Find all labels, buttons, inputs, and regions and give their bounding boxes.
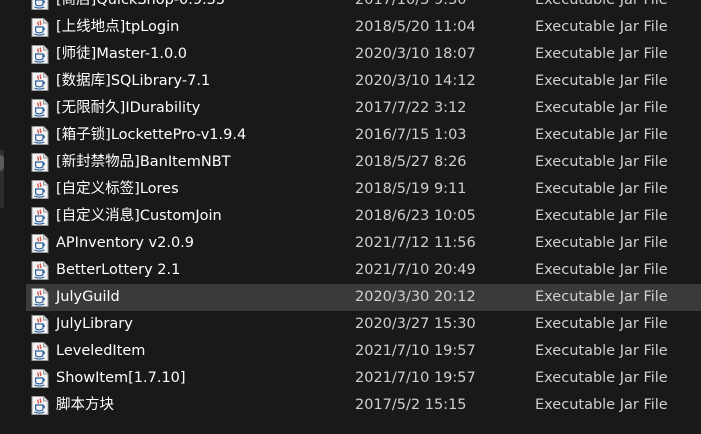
file-name: JulyGuild — [56, 289, 120, 305]
file-type: Executable Jar File — [535, 46, 668, 62]
java-jar-icon — [31, 45, 49, 64]
file-row[interactable]: [师徒]Master-1.0.0 2020/3/10 18:07 Executabl… — [26, 41, 701, 68]
file-row[interactable]: [数据库]SQLibrary-7.1 2020/3/10 14:12 Executa… — [26, 68, 701, 95]
file-type: Executable Jar File — [535, 181, 668, 197]
file-type: Executable Jar File — [535, 370, 668, 386]
file-date-modified: 2018/5/20 11:04 — [355, 19, 476, 35]
file-name: JulyLibrary — [56, 316, 133, 332]
file-row[interactable]: [上线地点]tpLogin 2018/5/20 11:04 Executable J… — [26, 14, 701, 41]
file-name: [师徒]Master-1.0.0 — [56, 46, 188, 62]
file-type: Executable Jar File — [535, 397, 668, 413]
file-row[interactable]: LeveledItem 2021/7/10 19:57 Executable Jar… — [26, 338, 701, 365]
file-date-modified: 2017/5/2 15:15 — [355, 397, 467, 413]
file-row[interactable]: ShowItem[1.7.10] 2021/7/10 19:57 Executabl… — [26, 365, 701, 392]
file-type: Executable Jar File — [535, 235, 668, 251]
file-date-modified: 2020/3/27 15:30 — [355, 316, 476, 332]
file-date-modified: 2021/7/10 19:57 — [355, 343, 476, 359]
file-row[interactable]: [新封禁物品]BanItemNBT 2018/5/27 8:26 Executabl… — [26, 149, 701, 176]
java-jar-icon — [31, 315, 49, 334]
java-jar-icon — [31, 207, 49, 226]
file-row[interactable]: [自定义标签]Lores 2018/5/19 9:11 Executable Jar… — [26, 176, 701, 203]
file-type: Executable Jar File — [535, 19, 668, 35]
file-date-modified: 2020/3/10 14:12 — [355, 73, 476, 89]
file-date-modified: 2018/6/23 10:05 — [355, 208, 476, 224]
file-date-modified: 2018/5/27 8:26 — [355, 154, 467, 170]
navigation-pane-edge — [0, 0, 4, 434]
java-jar-icon — [31, 342, 49, 361]
file-date-modified: 2021/7/12 11:56 — [355, 235, 476, 251]
file-row[interactable]: [箱子锁]LockettePro-v1.9.4 2016/7/15 1:03 Exe… — [26, 122, 701, 149]
file-row[interactable]: JulyGuild 2020/3/30 20:12 Executable Jar F… — [26, 284, 701, 311]
file-date-modified: 2016/7/15 1:03 — [355, 127, 467, 143]
java-jar-icon — [31, 234, 49, 253]
file-row[interactable]: 脚本方块 2017/5/2 15:15 Executable Jar File — [26, 392, 701, 419]
file-name: [商店]QuickShop-0.9.35 — [56, 0, 226, 8]
file-date-modified: 2020/3/10 18:07 — [355, 46, 476, 62]
file-name: [箱子锁]LockettePro-v1.9.4 — [56, 127, 247, 143]
file-name: 脚本方块 — [56, 397, 114, 413]
file-name: [自定义标签]Lores — [56, 181, 179, 197]
java-jar-icon — [31, 396, 49, 415]
file-date-modified: 2017/7/22 3:12 — [355, 100, 467, 116]
navigation-pane-scrollbar-thumb[interactable] — [0, 155, 4, 171]
file-date-modified: 2020/3/30 20:12 — [355, 289, 476, 305]
file-name: BetterLottery 2.1 — [56, 262, 181, 278]
file-row[interactable]: APInventory v2.0.9 2021/7/12 11:56 Executa… — [26, 230, 701, 257]
file-name: ShowItem[1.7.10] — [56, 370, 186, 386]
java-jar-icon — [31, 369, 49, 388]
file-name: [新封禁物品]BanItemNBT — [56, 154, 231, 170]
file-type: Executable Jar File — [535, 289, 668, 305]
java-jar-icon — [31, 99, 49, 118]
file-type: Executable Jar File — [535, 154, 668, 170]
file-type: Executable Jar File — [535, 208, 668, 224]
java-jar-icon — [31, 180, 49, 199]
file-date-modified: 2017/10/3 9:30 — [355, 0, 467, 8]
file-list: [商店]QuickShop-0.9.35 2017/10/3 9:30 Execut… — [26, 0, 701, 419]
file-name: [数据库]SQLibrary-7.1 — [56, 73, 211, 89]
file-row[interactable]: JulyLibrary 2020/3/27 15:30 Executable Jar… — [26, 311, 701, 338]
file-type: Executable Jar File — [535, 262, 668, 278]
file-name: [上线地点]tpLogin — [56, 19, 180, 35]
file-name: LeveledItem — [56, 343, 146, 359]
file-type: Executable Jar File — [535, 343, 668, 359]
java-jar-icon — [31, 72, 49, 91]
java-jar-icon — [31, 0, 49, 10]
file-type: Executable Jar File — [535, 73, 668, 89]
file-type: Executable Jar File — [535, 100, 668, 116]
java-jar-icon — [31, 153, 49, 172]
file-name: [无限耐久]IDurability — [56, 100, 201, 116]
java-jar-icon — [31, 18, 49, 37]
file-name: APInventory v2.0.9 — [56, 235, 195, 251]
file-type: Executable Jar File — [535, 127, 668, 143]
file-date-modified: 2021/7/10 20:49 — [355, 262, 476, 278]
file-row[interactable]: BetterLottery 2.1 2021/7/10 20:49 Executab… — [26, 257, 701, 284]
file-row[interactable]: [无限耐久]IDurability 2017/7/22 3:12 Executabl… — [26, 95, 701, 122]
file-name: [自定义消息]CustomJoin — [56, 208, 222, 224]
java-jar-icon — [31, 126, 49, 145]
file-row[interactable]: [自定义消息]CustomJoin 2018/6/23 10:05 Executab… — [26, 203, 701, 230]
file-date-modified: 2018/5/19 9:11 — [355, 181, 467, 197]
java-jar-icon — [31, 261, 49, 280]
file-type: Executable Jar File — [535, 0, 668, 8]
file-type: Executable Jar File — [535, 316, 668, 332]
file-row[interactable]: [商店]QuickShop-0.9.35 2017/10/3 9:30 Execut… — [26, 0, 701, 14]
file-date-modified: 2021/7/10 19:57 — [355, 370, 476, 386]
java-jar-icon — [31, 288, 49, 307]
